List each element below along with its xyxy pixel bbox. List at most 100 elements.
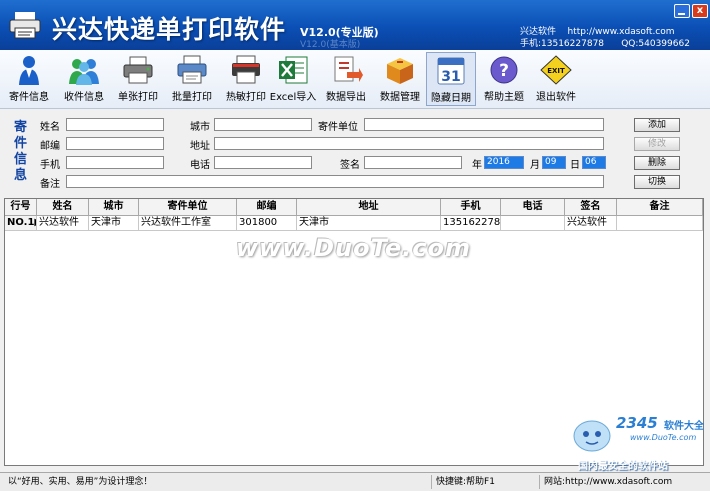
sender-phone-input[interactable]	[214, 156, 312, 169]
help-icon: ?	[490, 56, 518, 84]
site-slogan: 国内最安全的软件站	[578, 461, 668, 472]
batch-printer-icon	[177, 55, 207, 84]
cell-address: 天津市	[297, 216, 441, 230]
column-header[interactable]: 寄件单位	[139, 199, 237, 215]
status-motto: 以“好用、实用、易用”为设计理念！	[4, 475, 432, 489]
company-info: 兴达软件 http://www.xdasoft.com 手机:135162278…	[520, 26, 690, 50]
signature-label: 签名	[340, 160, 360, 171]
toolbar-data-manage-button[interactable]: 数据管理	[376, 52, 424, 106]
exit-sign-text: EXIT	[547, 67, 565, 75]
minimize-button[interactable]	[674, 4, 690, 18]
sender-address-input[interactable]	[214, 137, 604, 150]
recipients-group-icon	[69, 59, 99, 85]
badge-number: 2345	[616, 414, 658, 432]
toolbar-label: 数据管理	[380, 92, 420, 103]
toolbar-label: 收件信息	[64, 92, 104, 103]
mascot-icon	[573, 420, 611, 452]
toolbar-exit-button[interactable]: EXIT 退出软件	[532, 52, 580, 106]
sender-city-input[interactable]	[214, 118, 312, 131]
toolbar-thermal-print-button[interactable]: 热敏打印	[222, 52, 270, 106]
printer-icon	[123, 56, 153, 84]
name-label: 姓名	[40, 122, 60, 133]
toolbar-recipient-info-button[interactable]: 收件信息	[60, 52, 108, 106]
toolbar-hide-date-button[interactable]: 31 隐藏日期	[426, 52, 476, 106]
sender-person-icon	[19, 56, 39, 85]
cell-city: 天津市	[89, 216, 139, 230]
toolbar-label: 批量打印	[172, 92, 212, 103]
column-header[interactable]: 电话	[501, 199, 565, 215]
watermark-text: www.DuoTe.com	[236, 234, 471, 262]
sender-remark-input[interactable]	[66, 175, 604, 188]
cell-phone	[501, 216, 565, 230]
company-name: 兴达软件	[520, 27, 557, 37]
box-icon	[387, 58, 413, 84]
company-qq: QQ:540399662	[621, 39, 690, 49]
toolbar-label: 寄件信息	[9, 92, 49, 103]
modify-button[interactable]: 修改	[634, 137, 680, 151]
toolbar-label: 热敏打印	[226, 92, 266, 103]
sender-form: 寄件信息 姓名 邮编 手机 备注 城市 地址 电话 寄件单位 签名 年 2016…	[0, 108, 710, 196]
sender-company-input[interactable]	[364, 118, 604, 131]
cell-company: 兴达软件工作室	[139, 216, 237, 230]
svg-text:?: ?	[499, 61, 509, 81]
close-button[interactable]: x	[692, 4, 708, 18]
sender-section-label: 寄件信息	[14, 120, 28, 183]
toolbar-label: 单张打印	[118, 92, 158, 103]
badge-url: www.DuoTe.com	[630, 433, 697, 442]
toolbar-label: 退出软件	[536, 92, 576, 103]
printer-logo-icon	[9, 12, 41, 39]
row-number: NO.1▶	[5, 216, 37, 230]
add-button[interactable]: 添加	[634, 118, 680, 132]
cell-remark	[617, 216, 703, 230]
title-bar: 兴达快递单打印软件 V12.0(专业版) V12.0(基本版) 兴达软件 htt…	[0, 0, 710, 50]
export-icon	[334, 56, 363, 82]
excel-icon	[279, 56, 308, 84]
mobile-label: 手机	[40, 160, 60, 171]
column-header[interactable]: 手机	[441, 199, 501, 215]
toolbar-sender-info-button[interactable]: 寄件信息	[6, 52, 52, 106]
city-label: 城市	[190, 122, 210, 133]
column-header[interactable]: 行号	[5, 199, 37, 215]
company-label: 寄件单位	[318, 122, 358, 133]
switch-button[interactable]: 切换	[634, 175, 680, 189]
thermal-printer-icon	[232, 55, 260, 84]
toolbar-data-export-button[interactable]: 数据导出	[322, 52, 370, 106]
sender-name-input[interactable]	[66, 118, 164, 131]
status-bar: 以“好用、实用、易用”为设计理念！ 快捷键:帮助F1 网站:http://www…	[0, 472, 710, 491]
toolbar-label: 帮助主题	[484, 92, 524, 103]
toolbar-batch-print-button[interactable]: 批量打印	[168, 52, 216, 106]
sender-mobile-input[interactable]	[66, 156, 164, 169]
toolbar-label: 数据导出	[326, 92, 366, 103]
calendar-icon: 31	[437, 57, 465, 85]
app-title: 兴达快递单打印软件	[52, 15, 287, 44]
cell-name: 兴达软件	[37, 216, 89, 230]
main-toolbar: 寄件信息 收件信息 单张打印 批量打印 热敏打印 Excel导入 数据导出 数据…	[0, 50, 710, 109]
remark-label: 备注	[40, 179, 60, 190]
address-label: 地址	[190, 141, 210, 152]
toolbar-single-print-button[interactable]: 单张打印	[114, 52, 162, 106]
app-version-shadow: V12.0(基本版)	[300, 40, 361, 50]
column-header[interactable]: 邮编	[237, 199, 297, 215]
column-header[interactable]: 签名	[565, 199, 617, 215]
company-phone: 手机:13516227878	[520, 39, 605, 49]
toolbar-excel-import-button[interactable]: Excel导入	[268, 52, 318, 106]
column-header[interactable]: 姓名	[37, 199, 89, 215]
company-url: http://www.xdasoft.com	[567, 27, 675, 37]
table-row[interactable]: NO.1▶ 兴达软件 天津市 兴达软件工作室 301800 天津市 135162…	[5, 216, 703, 231]
sender-signature-input[interactable]	[364, 156, 462, 169]
status-website: 网站:http://www.xdasoft.com	[544, 477, 673, 487]
column-header[interactable]: 城市	[89, 199, 139, 215]
postcode-label: 邮编	[40, 141, 60, 152]
toolbar-help-button[interactable]: ? 帮助主题	[480, 52, 528, 106]
calendar-day: 31	[441, 69, 460, 85]
column-header[interactable]: 地址	[297, 199, 441, 215]
month-input[interactable]: 09	[542, 156, 566, 169]
delete-button[interactable]: 删除	[634, 156, 680, 170]
sender-postcode-input[interactable]	[66, 137, 164, 150]
cell-postcode: 301800	[237, 216, 297, 230]
table-header: 行号 姓名 城市 寄件单位 邮编 地址 手机 电话 签名 备注	[5, 199, 703, 216]
year-input[interactable]: 2016	[484, 156, 524, 169]
day-input[interactable]: 06	[582, 156, 606, 169]
column-header[interactable]: 备注	[617, 199, 703, 215]
cell-mobile: 13516227878	[443, 216, 501, 230]
